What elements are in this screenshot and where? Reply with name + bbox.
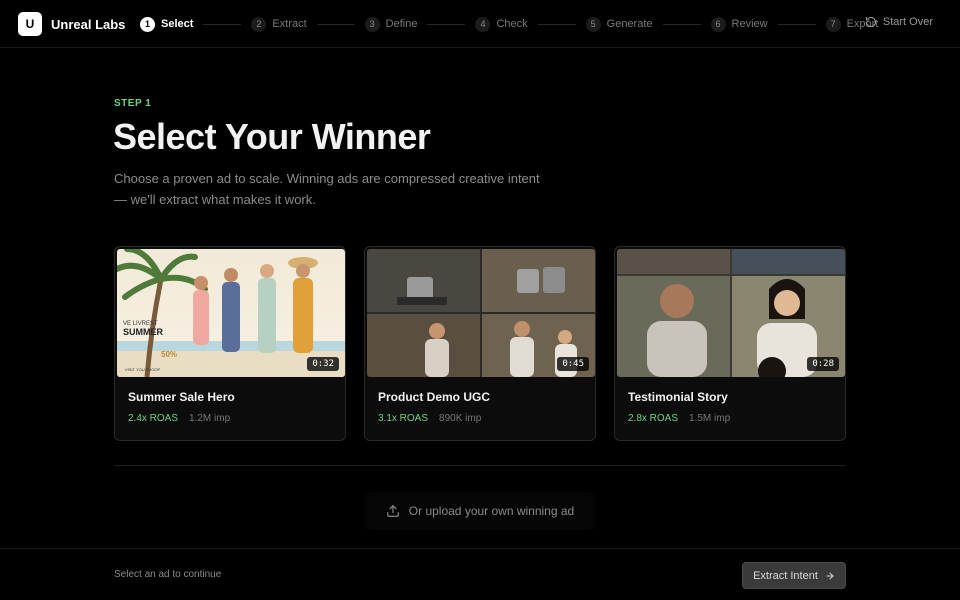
extract-intent-button[interactable]: Extract Intent	[742, 562, 846, 589]
rotate-ccw-icon	[865, 16, 876, 28]
step-connector	[316, 23, 355, 25]
step-connector	[777, 23, 816, 25]
step-number: 5	[585, 16, 601, 32]
brand[interactable]: U Unreal Labs	[18, 12, 125, 36]
ad-card-product-demo-ugc[interactable]: 0:45 Product Demo UGC 3.1x ROAS 890K imp	[364, 246, 596, 441]
impressions-metric: 1.2M imp	[189, 413, 231, 424]
step-number: 6	[710, 16, 726, 32]
step-define[interactable]: 3 Define	[364, 16, 418, 32]
step-number: 1	[140, 16, 155, 32]
svg-text:SUMMER: SUMMER	[123, 327, 163, 337]
ad-card-title: Product Demo UGC	[378, 390, 491, 404]
step-generate[interactable]: 5 Generate	[585, 16, 653, 32]
step-connector	[662, 23, 701, 25]
svg-text:VISIT YOU SHOOP: VISIT YOU SHOOP	[125, 367, 161, 372]
footer-hint: Select an ad to continue	[114, 569, 222, 580]
upload-ad-button[interactable]: Or upload your own winning ad	[365, 492, 595, 530]
step-select[interactable]: 1 Select	[140, 16, 194, 32]
duration-badge: 0:45	[557, 357, 589, 371]
step-label: Define	[385, 18, 418, 30]
step-label: Extract	[272, 18, 307, 30]
step-number: 2	[251, 16, 267, 32]
step-eyebrow: STEP 1	[114, 98, 152, 109]
ad-card-title: Testimonial Story	[628, 390, 728, 404]
section-divider	[114, 465, 846, 466]
step-progress: 1 Select 2 Extract 3 Define 4 Check 5 Ge…	[140, 14, 878, 34]
start-over-button[interactable]: Start Over	[865, 16, 933, 28]
ad-card-metrics: 3.1x ROAS 890K imp	[378, 413, 481, 424]
brand-name: Unreal Labs	[51, 16, 126, 32]
impressions-metric: 1.5M imp	[689, 413, 731, 424]
step-label: Generate	[606, 18, 653, 30]
start-over-label: Start Over	[882, 16, 933, 28]
upload-label: Or upload your own winning ad	[408, 504, 575, 518]
roas-metric: 3.1x ROAS	[378, 413, 429, 424]
step-label: Review	[731, 18, 768, 30]
ad-thumbnail: VE LIVREST SUMMER 50% VISIT YOU SHOOP 0:…	[117, 249, 345, 377]
step-number: 3	[364, 16, 380, 32]
upload-icon	[386, 505, 399, 517]
roas-metric: 2.4x ROAS	[128, 413, 179, 424]
svg-text:50%: 50%	[161, 350, 177, 359]
impressions-metric: 890K imp	[439, 413, 482, 424]
brand-logo: U	[18, 12, 42, 36]
extract-intent-label: Extract Intent	[753, 569, 818, 582]
top-bar: U Unreal Labs 1 Select 2 Extract 3 Defin…	[0, 0, 960, 48]
step-label: Select	[161, 18, 194, 30]
step-connector	[203, 23, 242, 25]
page-title: Select Your Winner	[113, 116, 431, 157]
ad-thumbnail: 0:45	[367, 249, 595, 377]
step-label: Check	[496, 18, 528, 30]
ad-card-summer-sale-hero[interactable]: VE LIVREST SUMMER 50% VISIT YOU SHOOP 0:…	[114, 246, 346, 441]
step-extract[interactable]: 2 Extract	[251, 16, 307, 32]
footer-bar: Select an ad to continue Extract Intent	[0, 548, 960, 600]
step-check[interactable]: 4 Check	[475, 16, 528, 32]
ad-card-testimonial-story[interactable]: 0:28 Testimonial Story 2.8x ROAS 1.5M im…	[614, 246, 846, 441]
step-connector	[427, 23, 466, 25]
roas-metric: 2.8x ROAS	[628, 413, 679, 424]
ad-card-title: Summer Sale Hero	[128, 390, 235, 404]
step-number: 7	[825, 16, 841, 32]
step-number: 4	[475, 16, 491, 32]
duration-badge: 0:32	[307, 357, 339, 371]
ad-card-list: VE LIVREST SUMMER 50% VISIT YOU SHOOP 0:…	[114, 246, 864, 441]
step-review[interactable]: 6 Review	[710, 16, 768, 32]
step-connector	[537, 23, 576, 25]
duration-badge: 0:28	[807, 357, 839, 371]
arrow-right-icon	[826, 572, 834, 579]
ad-thumbnail: 0:28	[617, 249, 845, 377]
ad-card-metrics: 2.8x ROAS 1.5M imp	[628, 413, 730, 424]
ad-card-metrics: 2.4x ROAS 1.2M imp	[128, 413, 230, 424]
page-subtitle: Choose a proven ad to scale. Winning ads…	[114, 171, 540, 207]
